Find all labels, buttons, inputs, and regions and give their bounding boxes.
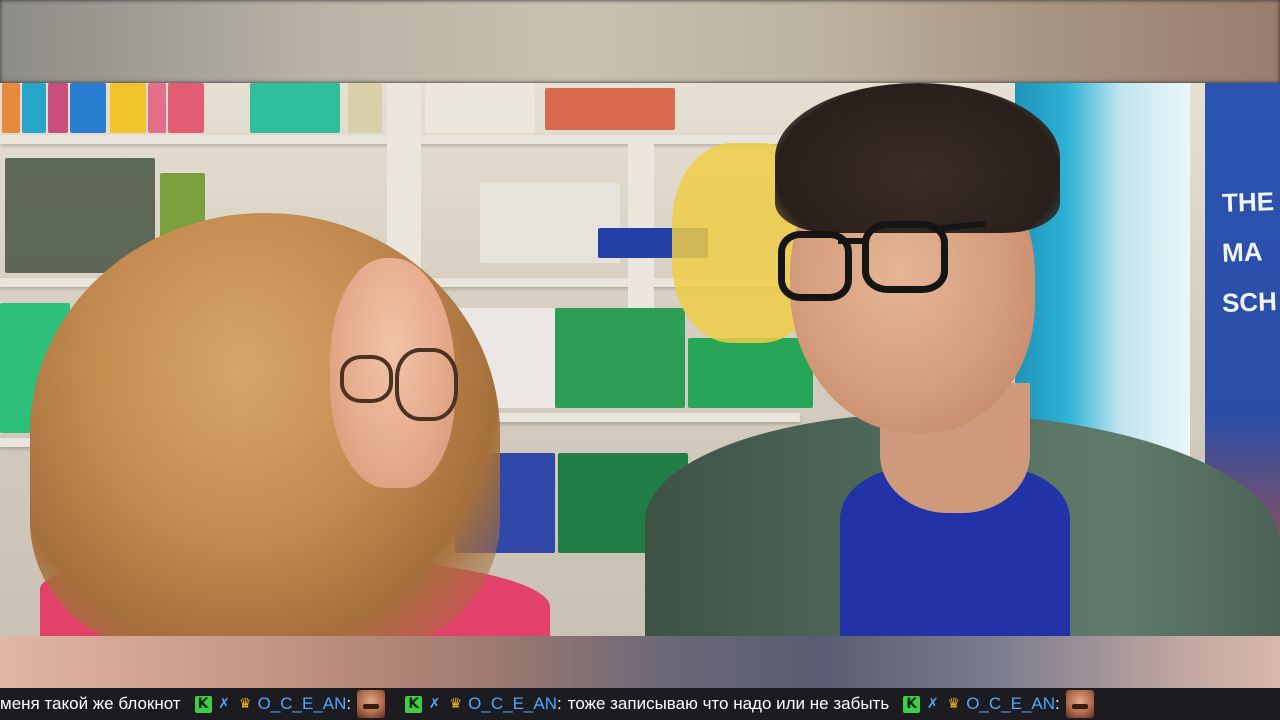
paper-stack — [688, 338, 813, 408]
paper-stack — [425, 83, 535, 133]
colon: : — [346, 694, 352, 713]
face-emote-icon — [1065, 690, 1094, 718]
glasses-bridge — [838, 238, 868, 244]
blurred-top-band — [0, 0, 1280, 83]
book — [48, 83, 68, 133]
video-frame[interactable]: THE MA SCH — [0, 83, 1280, 636]
book — [250, 83, 340, 133]
man-hair — [775, 83, 1060, 233]
poster-text: THE — [1221, 186, 1275, 218]
sword-icon: ✗ — [428, 696, 441, 712]
colon: : — [556, 694, 562, 713]
message-text: меня такой же блокнот — [0, 694, 181, 713]
book — [168, 83, 204, 133]
book — [110, 83, 146, 133]
sword-icon: ✗ — [926, 696, 939, 712]
chat-message: меня такой же блокнот — [0, 688, 181, 720]
poster-text: MA — [1221, 236, 1263, 268]
paper-stack — [545, 88, 675, 130]
chat-username[interactable]: O_C_E_AN — [966, 694, 1055, 714]
chat-username[interactable]: O_C_E_AN — [258, 694, 347, 714]
k-badge-icon: K — [405, 695, 423, 713]
book — [22, 83, 46, 133]
poster-text: SCH — [1221, 286, 1278, 318]
chat-message: K ✗ ♛ O_C_E_AN : тоже записываю что надо… — [405, 688, 889, 720]
book — [2, 83, 20, 133]
face-emote-icon — [357, 690, 386, 718]
paper-stack — [555, 308, 685, 408]
stream-viewport: THE MA SCH меня такой же блокнот K ✗ ♛ O… — [0, 0, 1280, 720]
crown-icon: ♛ — [947, 696, 960, 712]
crown-icon: ♛ — [238, 696, 252, 712]
k-badge-icon: K — [903, 695, 921, 713]
chat-message: K ✗ ♛ O_C_E_AN : — [194, 688, 392, 720]
colon: : — [1055, 694, 1060, 713]
book — [148, 83, 166, 133]
glasses-lens — [395, 348, 458, 421]
blurred-bottom-band — [0, 636, 1280, 688]
chat-message: K ✗ ♛ O_C_E_AN : — [903, 688, 1100, 720]
book — [348, 83, 382, 133]
glasses-lens — [862, 221, 948, 293]
k-badge-icon: K — [194, 695, 212, 713]
crown-icon: ♛ — [449, 696, 462, 712]
sword-icon: ✗ — [218, 696, 230, 712]
chat-username[interactable]: O_C_E_AN — [468, 694, 557, 714]
book — [70, 83, 106, 133]
chat-ticker: меня такой же блокнот K ✗ ♛ O_C_E_AN : K… — [0, 688, 1280, 720]
message-text: тоже записываю что надо или не забыть — [567, 694, 890, 713]
glasses-lens — [340, 355, 393, 403]
shelf-post — [387, 83, 421, 273]
